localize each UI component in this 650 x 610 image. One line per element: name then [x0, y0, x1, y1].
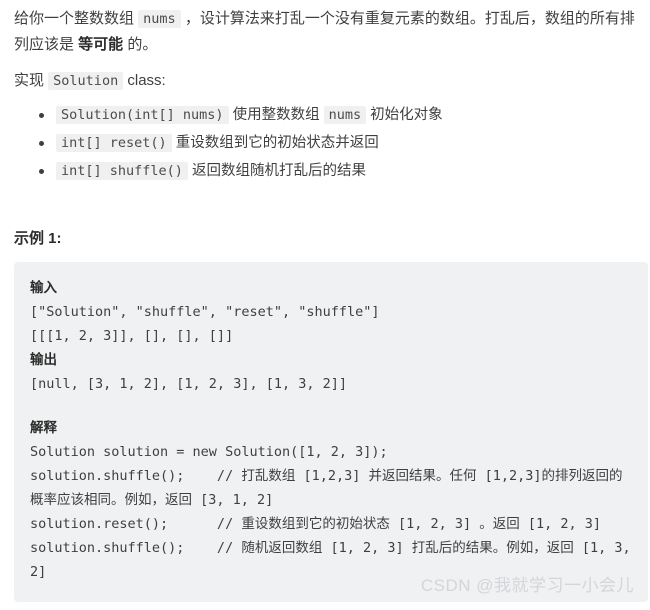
explanation-label: 解释	[30, 420, 57, 436]
intro-text-part3: 的。	[123, 36, 158, 53]
intro-text-part1: 给你一个整数数组	[14, 10, 139, 27]
list-item: int[] reset() 重设数组到它的初始状态并返回	[39, 131, 650, 156]
method-signature: int[] shuffle()	[56, 162, 188, 180]
method-description-2: 初始化对象	[366, 107, 443, 123]
method-description: 使用整数数组	[228, 107, 324, 123]
method-inline-code: nums	[323, 106, 367, 124]
implement-prefix: 实现	[14, 72, 49, 89]
method-signature: int[] reset()	[56, 134, 172, 152]
list-item: Solution(int[] nums) 使用整数数组 nums 初始化对象	[39, 103, 650, 128]
output-label: 输出	[30, 352, 57, 368]
intro-bold-equiprobable: 等可能	[78, 36, 124, 53]
inline-code-nums: nums	[138, 10, 181, 28]
csdn-watermark: CSDN @我就学习一小会儿	[420, 576, 634, 595]
problem-intro-paragraph: 给你一个整数数组 nums ，设计算法来打乱一个没有重复元素的数组。打乱后，数组…	[0, 0, 650, 58]
problem-description-page: 给你一个整数数组 nums ，设计算法来打乱一个没有重复元素的数组。打乱后，数组…	[0, 0, 650, 610]
implement-suffix: class:	[123, 72, 166, 89]
code-spacer	[30, 396, 632, 416]
example-title: 示例 1:	[14, 230, 62, 247]
input-value: ["Solution", "shuffle", "reset", "shuffl…	[30, 304, 380, 344]
example-code-content: 输入 ["Solution", "shuffle", "reset", "shu…	[30, 276, 632, 584]
explanation-value: Solution solution = new Solution([1, 2, …	[30, 444, 631, 580]
method-description: 返回数组随机打乱后的结果	[187, 163, 366, 179]
list-item: int[] shuffle() 返回数组随机打乱后的结果	[39, 159, 650, 184]
method-list: Solution(int[] nums) 使用整数数组 nums 初始化对象 i…	[0, 103, 650, 184]
method-description: 重设数组到它的初始状态并返回	[171, 135, 379, 151]
example-code-block: 输入 ["Solution", "shuffle", "reset", "shu…	[14, 262, 648, 602]
inline-code-solution: Solution	[48, 72, 124, 90]
input-label: 输入	[30, 280, 57, 296]
method-signature: Solution(int[] nums)	[56, 106, 229, 124]
implement-class-line: 实现 Solution class:	[0, 58, 650, 93]
output-value: [null, [3, 1, 2], [1, 2, 3], [1, 3, 2]]	[30, 376, 347, 392]
